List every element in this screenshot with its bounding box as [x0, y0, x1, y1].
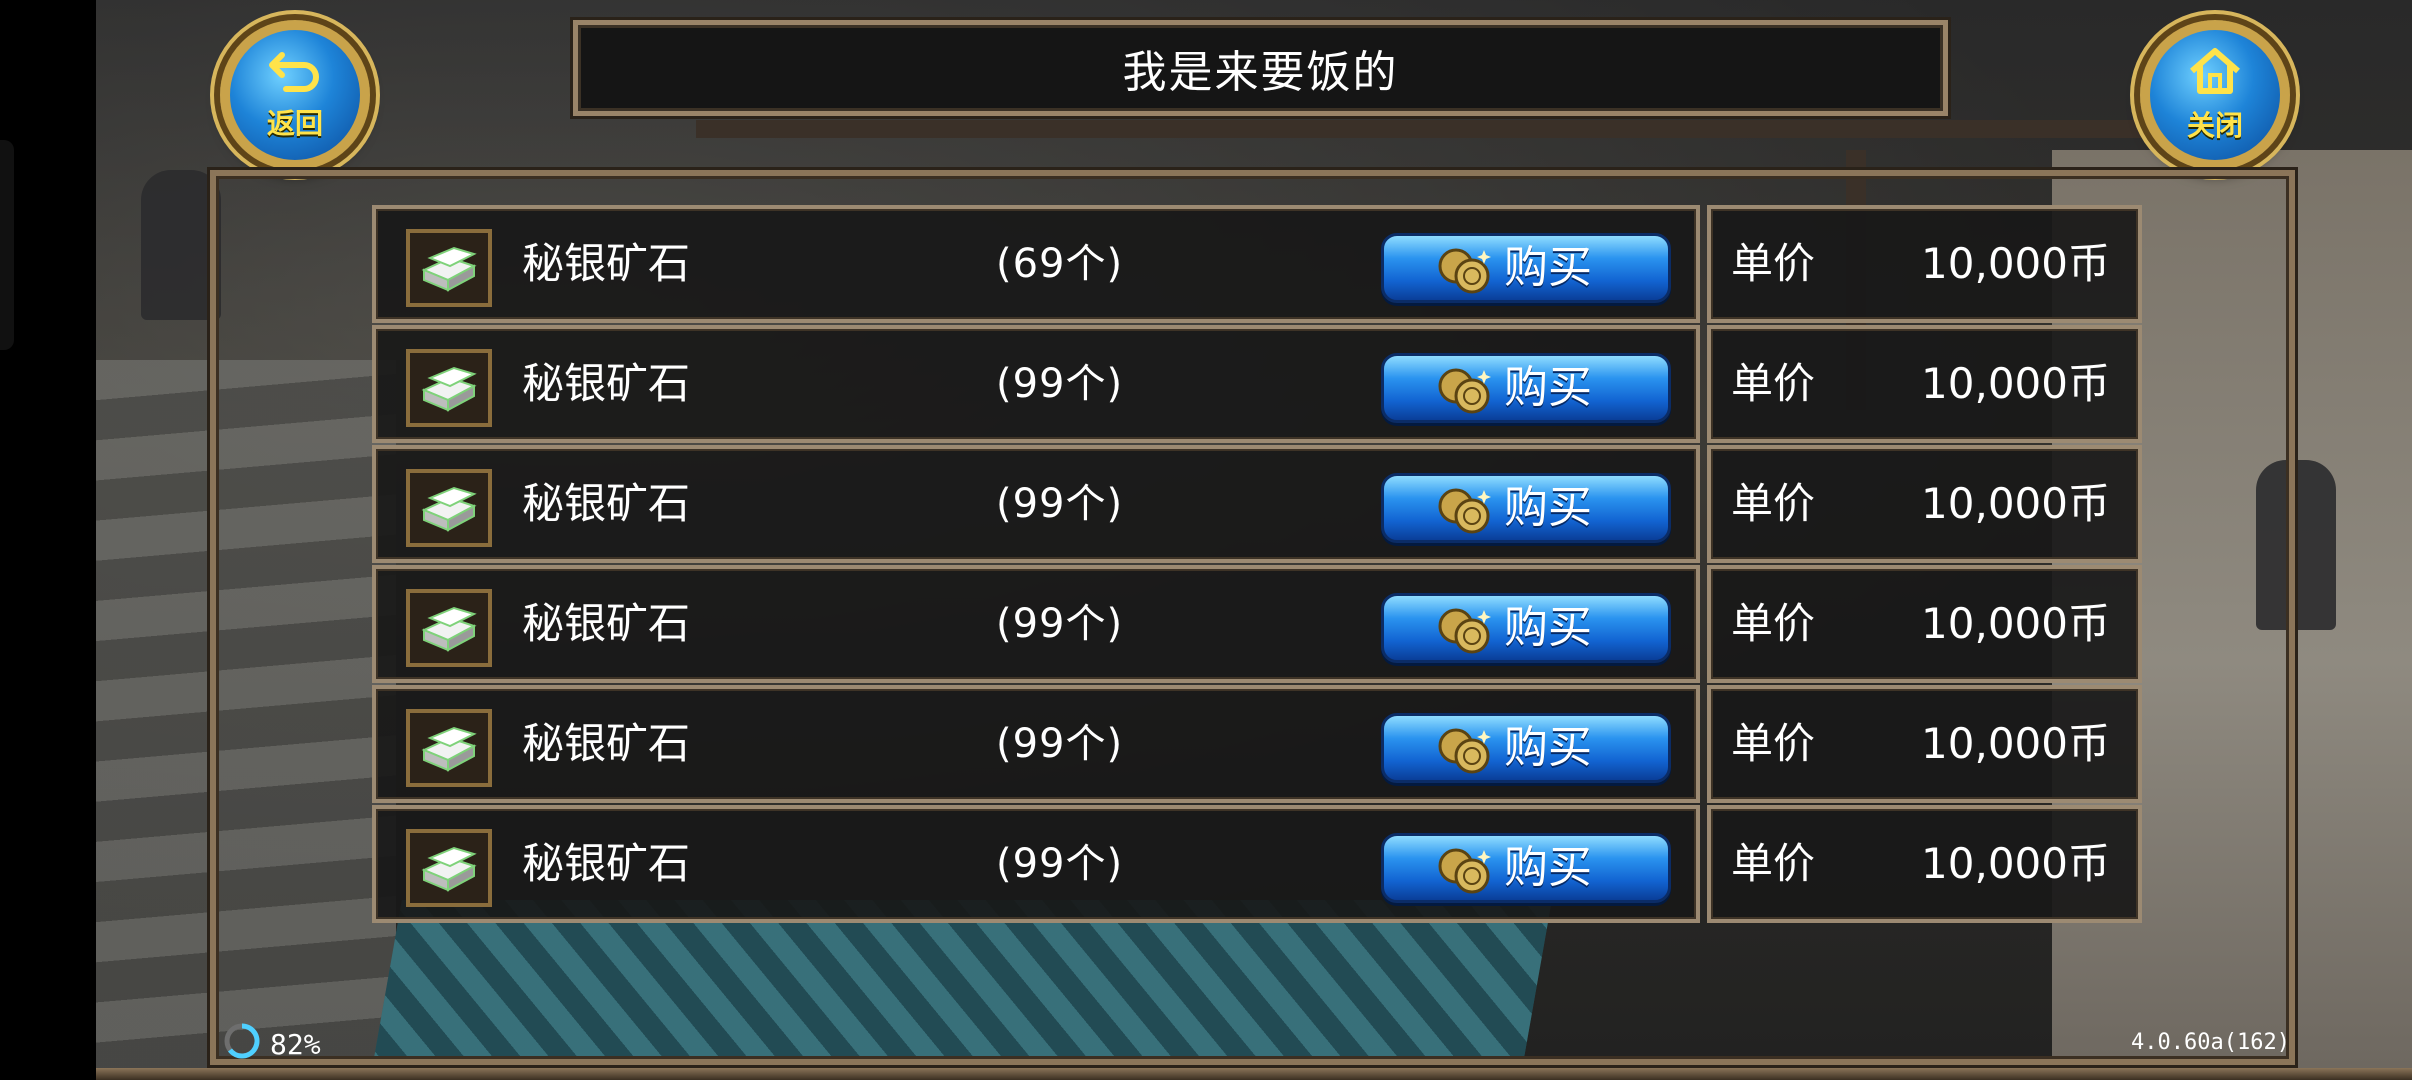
home-icon — [2188, 47, 2242, 102]
item-quantity: (99个) — [996, 721, 1124, 767]
unit-price-label: 单价 — [1731, 599, 1816, 648]
silver-ingot-icon[interactable] — [406, 709, 492, 787]
shop-item-row: 秘银矿石 (99个) 购买 单价 10,000币 — [372, 805, 2142, 923]
buy-button[interactable]: 购买 — [1381, 233, 1671, 303]
item-name: 秘银矿石 — [522, 719, 691, 768]
back-button[interactable]: 返回 — [220, 20, 370, 170]
unit-price-value: 10,000币 — [1921, 719, 2110, 768]
background-beam — [696, 120, 2196, 138]
coin-icon — [1436, 484, 1502, 540]
buy-button-label: 购买 — [1504, 362, 1592, 413]
unit-price-value: 10,000币 — [1921, 359, 2110, 408]
item-name: 秘银矿石 — [522, 359, 691, 408]
buy-button[interactable]: 购买 — [1381, 593, 1671, 663]
coin-icon — [1436, 844, 1502, 900]
silver-ingot-icon[interactable] — [406, 589, 492, 667]
shop-item-row: 秘银矿石 (99个) 购买 单价 10,000币 — [372, 325, 2142, 443]
buy-button-label: 购买 — [1504, 242, 1592, 293]
buy-button[interactable]: 购买 — [1381, 353, 1671, 423]
item-panel: 秘银矿石 (99个) 购买 — [372, 445, 1700, 563]
price-panel: 单价 10,000币 — [1707, 325, 2142, 443]
close-button[interactable]: 关闭 — [2140, 20, 2290, 170]
price-panel: 单价 10,000币 — [1707, 565, 2142, 683]
price-panel: 单价 10,000币 — [1707, 205, 2142, 323]
price-panel: 单价 10,000币 — [1707, 445, 2142, 563]
shop-item-row: 秘银矿石 (99个) 购买 单价 10,000币 — [372, 685, 2142, 803]
item-name: 秘银矿石 — [522, 839, 691, 888]
item-panel: 秘银矿石 (99个) 购买 — [372, 685, 1700, 803]
buy-button[interactable]: 购买 — [1381, 833, 1671, 903]
version-label: 4.0.60a(162) — [2131, 1030, 2290, 1055]
item-panel: 秘银矿石 (99个) 购买 — [372, 565, 1700, 683]
buy-button-label: 购买 — [1504, 842, 1592, 893]
coin-icon — [1436, 364, 1502, 420]
item-quantity: (69个) — [996, 241, 1124, 287]
unit-price-label: 单价 — [1731, 239, 1816, 288]
bottom-frame-edge — [96, 1068, 2412, 1080]
item-name: 秘银矿石 — [522, 599, 691, 648]
item-quantity: (99个) — [996, 841, 1124, 887]
buy-button-label: 购买 — [1504, 482, 1592, 533]
unit-price-label: 单价 — [1731, 719, 1816, 768]
silver-ingot-icon[interactable] — [406, 469, 492, 547]
item-name: 秘银矿石 — [522, 239, 691, 288]
item-panel: 秘银矿石 (99个) 购买 — [372, 325, 1700, 443]
item-quantity: (99个) — [996, 601, 1124, 647]
unit-price-value: 10,000币 — [1921, 839, 2110, 888]
coin-icon — [1436, 724, 1502, 780]
close-label: 关闭 — [2186, 108, 2243, 142]
silver-ingot-icon[interactable] — [406, 229, 492, 307]
coin-icon — [1436, 604, 1502, 660]
silver-ingot-icon[interactable] — [406, 829, 492, 907]
title-bar: 我是来要饭的 — [573, 20, 1948, 116]
unit-price-label: 单价 — [1731, 479, 1816, 528]
price-panel: 单价 10,000币 — [1707, 805, 2142, 923]
buy-button[interactable]: 购买 — [1381, 713, 1671, 783]
buy-button-label: 购买 — [1504, 602, 1592, 653]
unit-price-label: 单价 — [1731, 359, 1816, 408]
back-arrow-icon — [268, 49, 322, 100]
item-quantity: (99个) — [996, 361, 1124, 407]
silver-ingot-icon[interactable] — [406, 349, 492, 427]
buy-button[interactable]: 购买 — [1381, 473, 1671, 543]
unit-price-value: 10,000币 — [1921, 479, 2110, 528]
unit-price-value: 10,000币 — [1921, 599, 2110, 648]
item-name: 秘银矿石 — [522, 479, 691, 528]
back-label: 返回 — [266, 106, 323, 140]
unit-price-value: 10,000币 — [1921, 239, 2110, 288]
battery-percent: 82% — [270, 1027, 321, 1061]
shop-item-row: 秘银矿石 (99个) 购买 单价 10,000币 — [372, 565, 2142, 683]
npc-figure — [141, 170, 221, 320]
coin-icon — [1436, 244, 1502, 300]
buy-button-label: 购买 — [1504, 722, 1592, 773]
item-panel: 秘银矿石 (99个) 购买 — [372, 805, 1700, 923]
shop-item-row: 秘银矿石 (69个) 购买 单价 10,000币 — [372, 205, 2142, 323]
shop-item-row: 秘银矿石 (99个) 购买 单价 10,000币 — [372, 445, 2142, 563]
unit-price-label: 单价 — [1731, 839, 1816, 888]
item-quantity: (99个) — [996, 481, 1124, 527]
battery-ring-icon — [222, 1021, 262, 1068]
page-title: 我是来要饭的 — [1122, 47, 1399, 98]
item-panel: 秘银矿石 (69个) 购买 — [372, 205, 1700, 323]
battery-indicator: 82% — [222, 1023, 321, 1064]
price-panel: 单价 10,000币 — [1707, 685, 2142, 803]
screen-edge-notch — [0, 140, 14, 350]
